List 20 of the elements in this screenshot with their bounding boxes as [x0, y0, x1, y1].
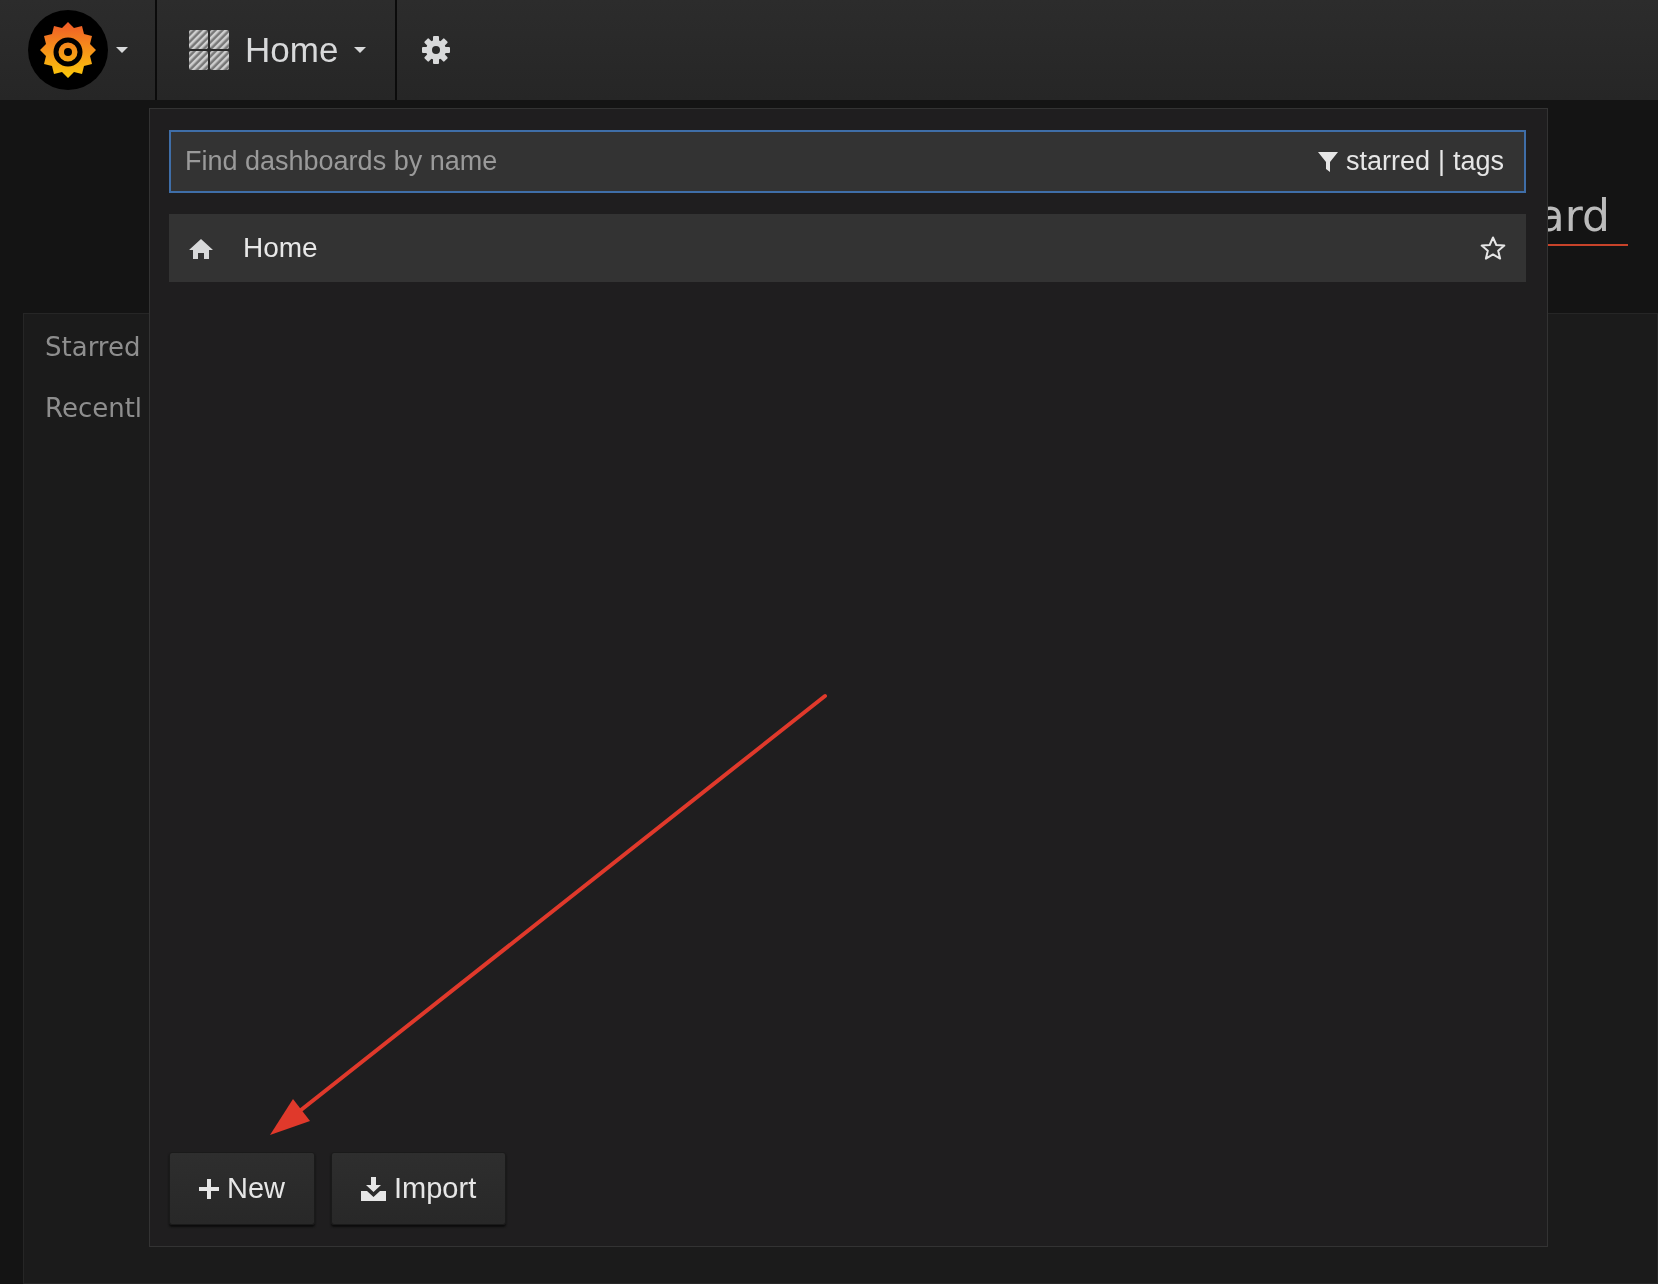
dashboard-grid-icon [189, 30, 229, 70]
filter-link[interactable]: tags [1452, 141, 1504, 182]
dashboard-title[interactable]: Home [245, 23, 339, 77]
house-icon [189, 237, 213, 259]
logo-icon[interactable] [27, 10, 108, 90]
dashboard-name: Home [243, 231, 319, 265]
filter-link[interactable]: starred [1345, 141, 1430, 182]
filter-icon [1317, 151, 1338, 172]
settings-icon[interactable] [421, 35, 451, 65]
dashboard-row[interactable]: Home [169, 214, 1526, 282]
import-button[interactable]: Import [331, 1152, 507, 1225]
sidebar-item[interactable]: Recentl [45, 389, 143, 428]
caret-icon[interactable] [115, 47, 128, 53]
sidebar-item[interactable]: Starred [45, 328, 141, 367]
star-outline-icon[interactable] [1480, 235, 1506, 261]
download-icon [361, 1176, 386, 1201]
new-button[interactable]: New [169, 1152, 315, 1225]
separator: | [1437, 145, 1445, 179]
caret-icon[interactable] [354, 47, 367, 53]
plus-icon [199, 1178, 219, 1199]
